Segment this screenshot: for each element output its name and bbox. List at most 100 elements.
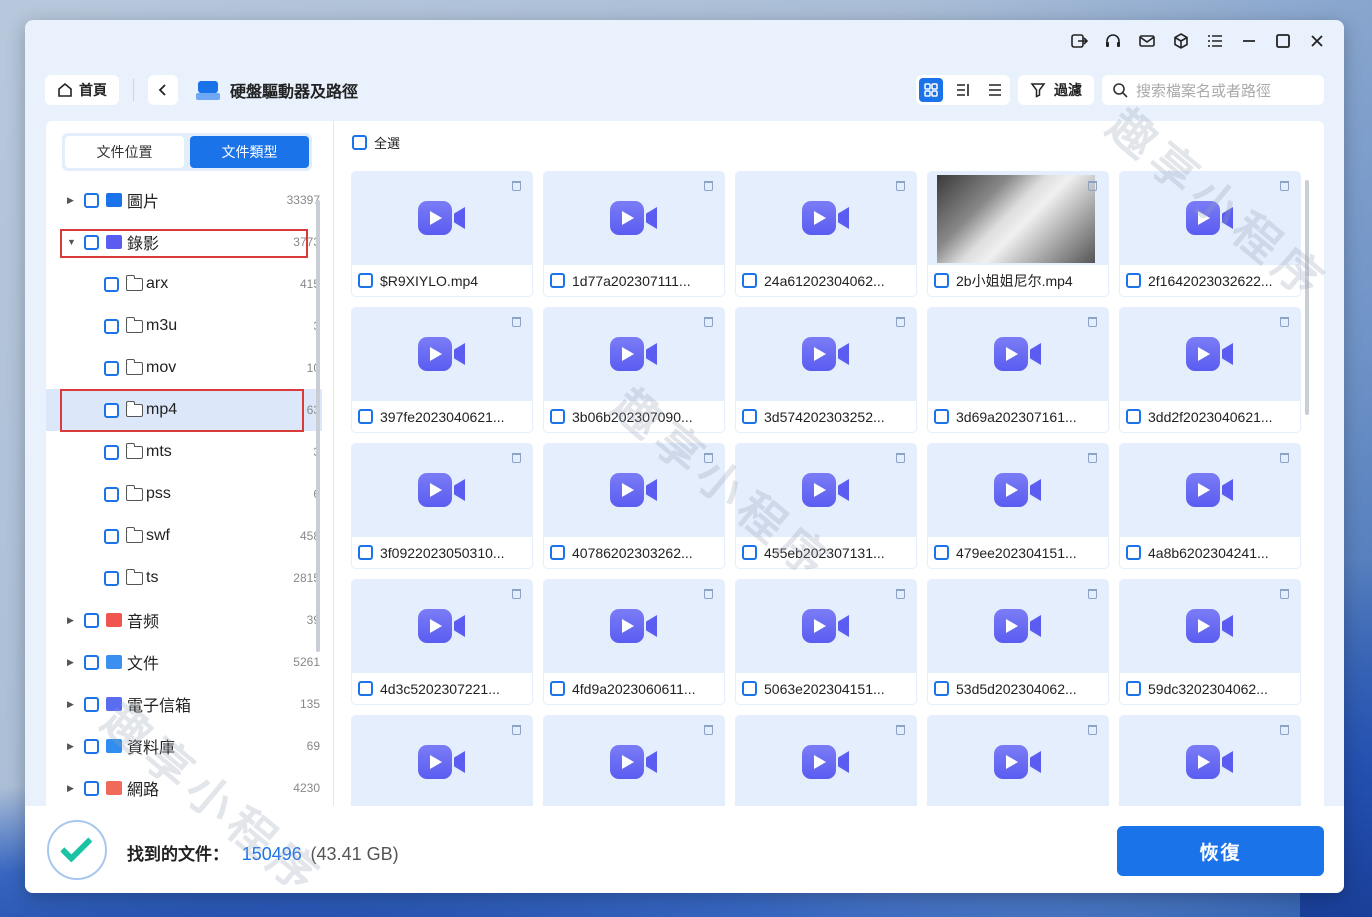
file-card[interactable]: 53d5d202304062... — [927, 579, 1109, 705]
grid-view-icon[interactable] — [919, 78, 943, 102]
video-icon — [994, 473, 1042, 509]
expand-arrow-icon[interactable]: ▶ — [67, 783, 74, 794]
file-card[interactable]: 3dd2f2023040621... — [1119, 307, 1301, 433]
video-icon — [610, 473, 658, 509]
tree-item-arx[interactable]: arx 415 — [46, 263, 322, 305]
file-card[interactable]: 4d3c5202307221... — [351, 579, 533, 705]
tree-item-pss[interactable]: pss 6 — [46, 473, 322, 515]
file-card[interactable]: 2f1642023032622... — [1119, 171, 1301, 297]
file-card[interactable]: 59dc3202304062... — [1119, 579, 1301, 705]
file-card[interactable]: 24a61202304062... — [735, 171, 917, 297]
envelope-icon — [106, 697, 122, 711]
checkbox[interactable] — [742, 273, 757, 288]
home-button[interactable]: 首頁 — [45, 75, 119, 105]
checkbox[interactable] — [550, 273, 565, 288]
list-view-icon[interactable] — [983, 78, 1007, 102]
checkbox[interactable] — [1126, 409, 1141, 424]
cube-icon[interactable] — [1164, 28, 1198, 54]
file-card[interactable]: 3b06b202307090... — [543, 307, 725, 433]
sidebar-scrollbar[interactable] — [316, 200, 320, 652]
export-icon[interactable] — [1062, 28, 1096, 54]
video-thumbnail — [543, 307, 725, 403]
recover-button[interactable]: 恢復 — [1117, 826, 1324, 876]
checkbox[interactable] — [934, 409, 949, 424]
maximize-icon[interactable] — [1266, 28, 1300, 54]
file-card[interactable]: $R9XIYLO.mp4 — [351, 171, 533, 297]
checkbox[interactable] — [358, 273, 373, 288]
file-card[interactable]: 2b小姐姐尼尔.mp4 — [927, 171, 1109, 297]
search-input[interactable]: 搜索檔案名或者路徑 — [1102, 75, 1324, 105]
checkbox[interactable] — [84, 696, 99, 712]
checkbox[interactable] — [104, 276, 119, 292]
checkbox[interactable] — [934, 545, 949, 560]
tab-file-type[interactable]: 文件類型 — [190, 136, 309, 168]
headset-icon[interactable] — [1096, 28, 1130, 54]
tree-item-m3u[interactable]: m3u 3 — [46, 305, 322, 347]
tree-item-network[interactable]: ▶ 網路 4230 — [46, 767, 322, 809]
checkbox[interactable] — [104, 528, 119, 544]
grid-scrollbar[interactable] — [1305, 180, 1309, 415]
checkbox[interactable] — [84, 654, 99, 670]
video-thumbnail — [351, 307, 533, 403]
tree-item-mov[interactable]: mov 10 — [46, 347, 322, 389]
tree-item-documents[interactable]: ▶ 文件 5261 — [46, 641, 322, 683]
file-card[interactable]: 40786202303262... — [543, 443, 725, 569]
checkbox[interactable] — [742, 681, 757, 696]
tree-item-mts[interactable]: mts 3 — [46, 431, 322, 473]
checkbox[interactable] — [104, 444, 119, 460]
expand-arrow-icon[interactable]: ▶ — [67, 657, 74, 668]
checkbox[interactable] — [934, 681, 949, 696]
checkbox[interactable] — [84, 780, 99, 796]
detail-view-icon[interactable] — [951, 78, 975, 102]
checkbox[interactable] — [84, 738, 99, 754]
file-card[interactable]: 4fd9a2023060611... — [543, 579, 725, 705]
checkbox[interactable] — [550, 409, 565, 424]
expand-arrow-icon[interactable]: ▶ — [67, 615, 74, 626]
file-card[interactable]: 4a8b6202304241... — [1119, 443, 1301, 569]
expand-arrow-icon[interactable]: ▶ — [67, 195, 74, 206]
tree-item-ts[interactable]: ts 2815 — [46, 557, 322, 599]
file-card[interactable]: 3d69a202307161... — [927, 307, 1109, 433]
tab-file-location[interactable]: 文件位置 — [65, 136, 184, 168]
file-card[interactable]: 3f0922023050310... — [351, 443, 533, 569]
file-card[interactable]: 455eb202307131... — [735, 443, 917, 569]
tree-item-swf[interactable]: swf 458 — [46, 515, 322, 557]
file-card[interactable]: 397fe2023040621... — [351, 307, 533, 433]
checkbox[interactable] — [358, 545, 373, 560]
checkbox[interactable] — [104, 570, 119, 586]
file-card[interactable]: 3d574202303252... — [735, 307, 917, 433]
tree-item-database[interactable]: ▶ 資料庫 69 — [46, 725, 322, 767]
expand-arrow-icon[interactable]: ▶ — [67, 741, 74, 752]
menu-icon[interactable] — [1198, 28, 1232, 54]
checkbox[interactable] — [104, 486, 119, 502]
filter-button[interactable]: 過濾 — [1018, 75, 1094, 105]
close-icon[interactable] — [1300, 28, 1334, 54]
expand-arrow-icon[interactable]: ▶ — [67, 699, 74, 710]
checkbox[interactable] — [104, 318, 119, 334]
file-card[interactable]: 479ee202304151... — [927, 443, 1109, 569]
checkbox[interactable] — [84, 192, 99, 208]
checkbox[interactable] — [1126, 273, 1141, 288]
checkbox[interactable] — [934, 273, 949, 288]
checkbox[interactable] — [1126, 545, 1141, 560]
checkbox[interactable] — [742, 409, 757, 424]
tree-item-images[interactable]: ▶ 圖片 33397 — [46, 179, 322, 221]
checkbox[interactable] — [550, 681, 565, 696]
tree-item-email[interactable]: ▶ 電子信箱 135 — [46, 683, 322, 725]
select-all-checkbox[interactable]: 全選 — [352, 133, 400, 152]
tree-item-audio[interactable]: ▶ 音频 39 — [46, 599, 322, 641]
checkbox[interactable] — [358, 681, 373, 696]
mail-icon[interactable] — [1130, 28, 1164, 54]
checkbox[interactable] — [358, 409, 373, 424]
checkbox[interactable] — [742, 545, 757, 560]
checkbox[interactable] — [104, 360, 119, 376]
minimize-icon[interactable] — [1232, 28, 1266, 54]
file-card[interactable]: 5063e202304151... — [735, 579, 917, 705]
folder-icon — [125, 526, 143, 543]
checkbox[interactable] — [84, 612, 99, 628]
checkbox[interactable] — [1126, 681, 1141, 696]
file-card[interactable]: 1d77a202307111... — [543, 171, 725, 297]
checkbox[interactable] — [352, 135, 367, 150]
checkbox[interactable] — [550, 545, 565, 560]
back-button[interactable] — [148, 75, 178, 105]
